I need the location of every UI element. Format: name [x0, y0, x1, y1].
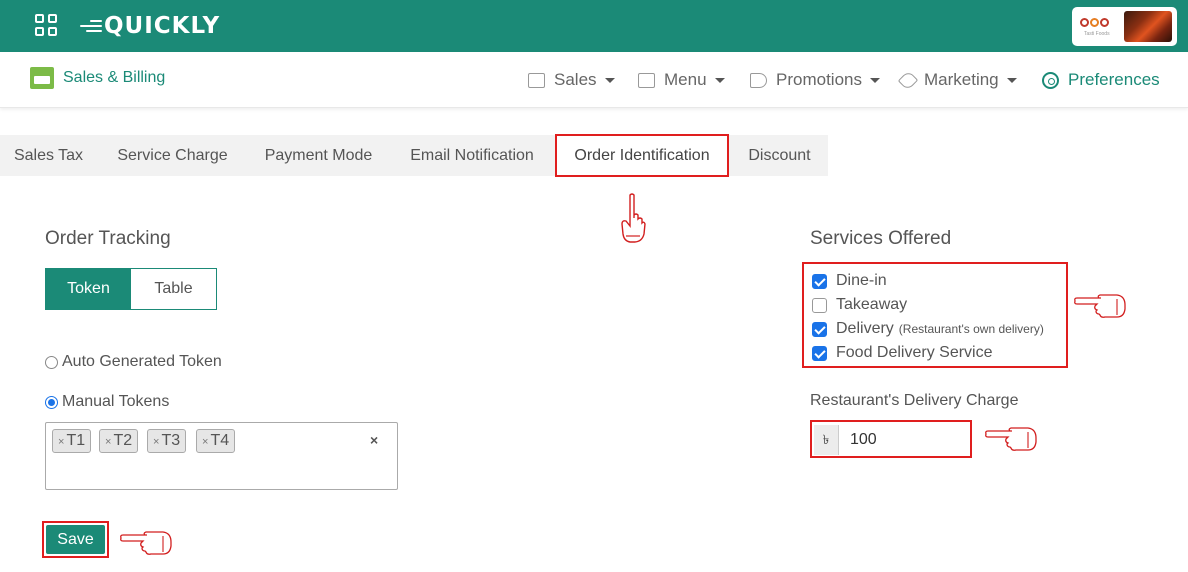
- remove-token-icon[interactable]: ×: [153, 436, 159, 448]
- token-chip-label: T3: [161, 432, 181, 449]
- pointing-hand-left-icon: [120, 531, 172, 555]
- manual-tokens-option[interactable]: Manual Tokens: [45, 393, 169, 411]
- token-chip-label: T2: [113, 432, 133, 449]
- manual-tokens-input[interactable]: × T1 × T2 × T3 × T4 ×: [45, 422, 398, 490]
- remove-token-icon[interactable]: ×: [58, 436, 64, 448]
- nav-item-label: Menu: [664, 70, 707, 89]
- service-delivery[interactable]: Delivery (Restaurant's own delivery): [812, 320, 1044, 338]
- service-note: (Restaurant's own delivery): [898, 322, 1044, 336]
- remove-token-icon[interactable]: ×: [105, 436, 111, 448]
- token-chip[interactable]: × T3: [147, 429, 187, 453]
- monitor-icon: [528, 72, 545, 88]
- save-highlight: Save: [42, 521, 109, 558]
- auto-generated-token-option[interactable]: Auto Generated Token: [45, 353, 222, 371]
- token-mode-button[interactable]: Token: [46, 269, 131, 309]
- remove-token-icon[interactable]: ×: [202, 436, 208, 448]
- auto-token-radio[interactable]: [45, 355, 58, 369]
- rocket-icon: [897, 69, 919, 91]
- nav-item-label: Marketing: [924, 70, 999, 89]
- caret-down-icon: [1006, 77, 1017, 83]
- logo-text: QUICKLY: [104, 13, 221, 39]
- delivery-charge-field: ৳: [810, 420, 972, 458]
- restaurant-logo-icon: [1080, 18, 1110, 27]
- food-delivery-checkbox[interactable]: [812, 345, 827, 361]
- service-label: Takeaway: [836, 296, 908, 313]
- apps-grid-icon[interactable]: [35, 14, 57, 36]
- menu-list-icon: [638, 72, 655, 88]
- service-label: Delivery: [836, 320, 894, 337]
- service-takeaway[interactable]: Takeaway: [812, 296, 907, 314]
- nav-item-label: Preferences: [1068, 70, 1160, 89]
- nav-item-promotions[interactable]: Promotions: [750, 70, 880, 90]
- table-mode-button[interactable]: Table: [131, 269, 216, 309]
- service-dine-in[interactable]: Dine-in: [812, 272, 887, 290]
- nav-item-marketing[interactable]: Marketing: [897, 69, 1017, 91]
- nav-item-sales[interactable]: Sales: [528, 70, 615, 90]
- nav-item-menu[interactable]: Menu: [638, 70, 725, 90]
- tab-sales-tax[interactable]: Sales Tax: [0, 135, 97, 176]
- tab-payment-mode[interactable]: Payment Mode: [248, 135, 389, 176]
- gear-icon: [1042, 71, 1059, 89]
- pointing-hand-left-icon: [985, 427, 1037, 451]
- token-chip[interactable]: × T2: [99, 429, 139, 453]
- cash-register-icon: [30, 67, 54, 89]
- brand-label: Sales & Billing: [63, 69, 166, 86]
- tab-order-identification[interactable]: Order Identification: [555, 134, 729, 177]
- order-tracking-title: Order Tracking: [45, 228, 171, 249]
- main-nav: Sales & Billing Sales Menu Promotions Ma…: [0, 52, 1188, 108]
- restaurant-photo: [1124, 11, 1172, 42]
- tab-email-notification[interactable]: Email Notification: [391, 135, 553, 176]
- delivery-charge-input[interactable]: [839, 425, 967, 455]
- order-tracking-mode-toggle: Token Table: [45, 268, 217, 310]
- restaurant-logo-subtitle: Tasti Foods: [1084, 31, 1110, 37]
- service-food-delivery[interactable]: Food Delivery Service: [812, 344, 993, 362]
- delivery-charge-label: Restaurant's Delivery Charge: [810, 392, 1019, 409]
- restaurant-profile[interactable]: Tasti Foods: [1072, 7, 1177, 46]
- caret-down-icon: [714, 77, 725, 83]
- token-chip-label: T4: [210, 432, 230, 449]
- token-chip[interactable]: × T1: [52, 429, 92, 453]
- brand[interactable]: Sales & Billing: [30, 67, 165, 89]
- logo-speed-lines: [78, 17, 102, 35]
- clear-tokens-icon[interactable]: ×: [370, 432, 378, 448]
- service-label: Dine-in: [836, 272, 887, 289]
- tab-service-charge[interactable]: Service Charge: [99, 135, 246, 176]
- pointing-hand-up-icon: [621, 193, 646, 243]
- service-label: Food Delivery Service: [836, 344, 993, 361]
- currency-symbol: ৳: [814, 425, 839, 455]
- delivery-checkbox[interactable]: [812, 321, 827, 337]
- manual-tokens-radio[interactable]: [45, 395, 58, 409]
- dine-in-checkbox[interactable]: [812, 273, 827, 289]
- caret-down-icon: [604, 77, 615, 83]
- token-chip-label: T1: [66, 432, 86, 449]
- services-offered-title: Services Offered: [810, 228, 952, 249]
- top-bar: QUICKLY Tasti Foods: [0, 0, 1188, 52]
- nav-item-label: Promotions: [776, 70, 862, 89]
- takeaway-checkbox[interactable]: [812, 297, 827, 313]
- save-button[interactable]: Save: [46, 525, 105, 554]
- manual-tokens-label: Manual Tokens: [62, 393, 170, 410]
- tab-discount[interactable]: Discount: [731, 135, 828, 176]
- token-chip[interactable]: × T4: [196, 429, 236, 453]
- pointing-hand-left-icon: [1074, 294, 1126, 318]
- megaphone-icon: [750, 72, 767, 88]
- auto-token-label: Auto Generated Token: [62, 353, 222, 370]
- services-offered-list: Dine-in Takeaway Delivery (Restaurant's …: [802, 262, 1068, 368]
- caret-down-icon: [869, 77, 880, 83]
- app-logo[interactable]: QUICKLY: [78, 10, 220, 42]
- nav-item-label: Sales: [554, 70, 597, 89]
- nav-item-preferences[interactable]: Preferences: [1042, 70, 1160, 90]
